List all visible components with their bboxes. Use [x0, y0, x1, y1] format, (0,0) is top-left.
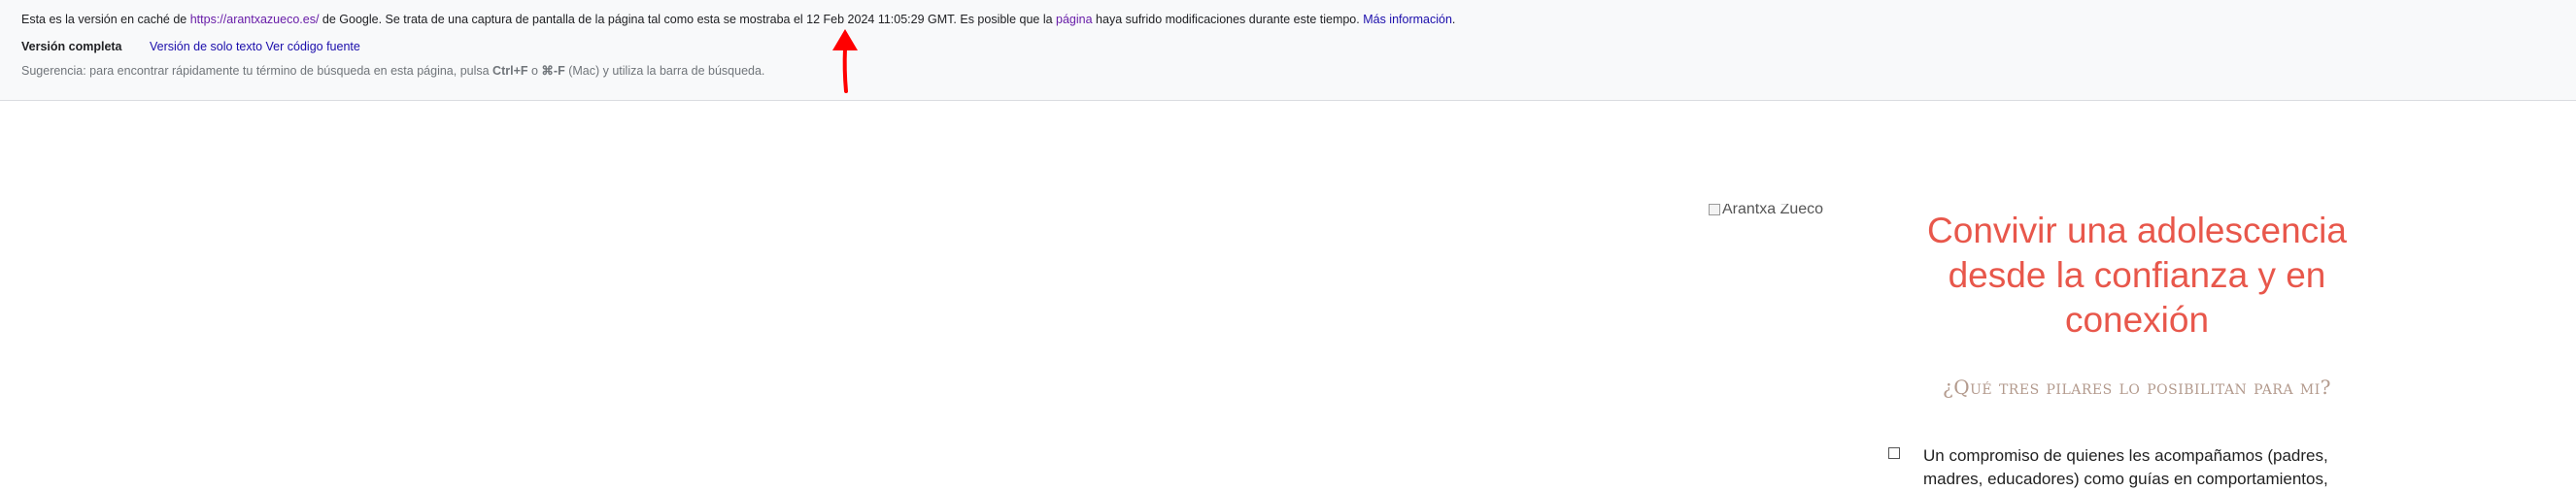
arrow-up-icon	[832, 29, 858, 93]
cache-text-modified: haya sufrido modificaciones durante este…	[1092, 13, 1364, 26]
full-version-label: Versión completa	[21, 40, 122, 53]
version-links: Versión completa Versión de solo texto V…	[21, 40, 360, 53]
site-logo[interactable]: Arantxa Zueco	[1709, 204, 1823, 221]
search-tip: Sugerencia: para encontrar rápidamente t…	[21, 63, 764, 78]
cache-text-intro: Esta es la versión en caché de	[21, 13, 190, 26]
tip-text-end: (Mac) y utiliza la barra de búsqueda.	[564, 64, 765, 78]
cache-notice-text: Esta es la versión en caché de https://a…	[21, 13, 1455, 26]
section-subtitle: ¿Qué tres pilares lo posibilitan para mi…	[1942, 376, 2332, 399]
more-info-link[interactable]: Más información	[1363, 13, 1452, 26]
tip-key-ctrl-f: Ctrl+F	[492, 64, 528, 78]
page-link[interactable]: página	[1056, 13, 1093, 26]
tip-text: Sugerencia: para encontrar rápidamente t…	[21, 64, 493, 78]
pillar-list-item: Un compromiso de quienes les acompañamos…	[1923, 446, 2328, 488]
cache-notice-bar: Esta es la versión en caché de https://a…	[0, 0, 2576, 101]
cache-text-date: de Google. Se trata de una captura de pa…	[319, 13, 1057, 26]
cached-url-link[interactable]: https://arantxazueco.es/	[190, 13, 320, 26]
text-only-version-link[interactable]: Versión de solo texto	[150, 40, 262, 53]
view-source-link[interactable]: Ver código fuente	[266, 40, 360, 53]
hero-title: Convivir una adolescencia desde la confi…	[1927, 211, 2347, 340]
checkbox-bullet-icon	[1888, 447, 1900, 459]
cache-text-period: .	[1451, 13, 1456, 26]
broken-image-icon	[1709, 204, 1720, 215]
tip-key-cmd-f: ⌘-F	[541, 64, 565, 78]
tip-text-or: o	[527, 64, 542, 78]
logo-alt-text: Arantxa Zueco	[1722, 204, 1824, 217]
